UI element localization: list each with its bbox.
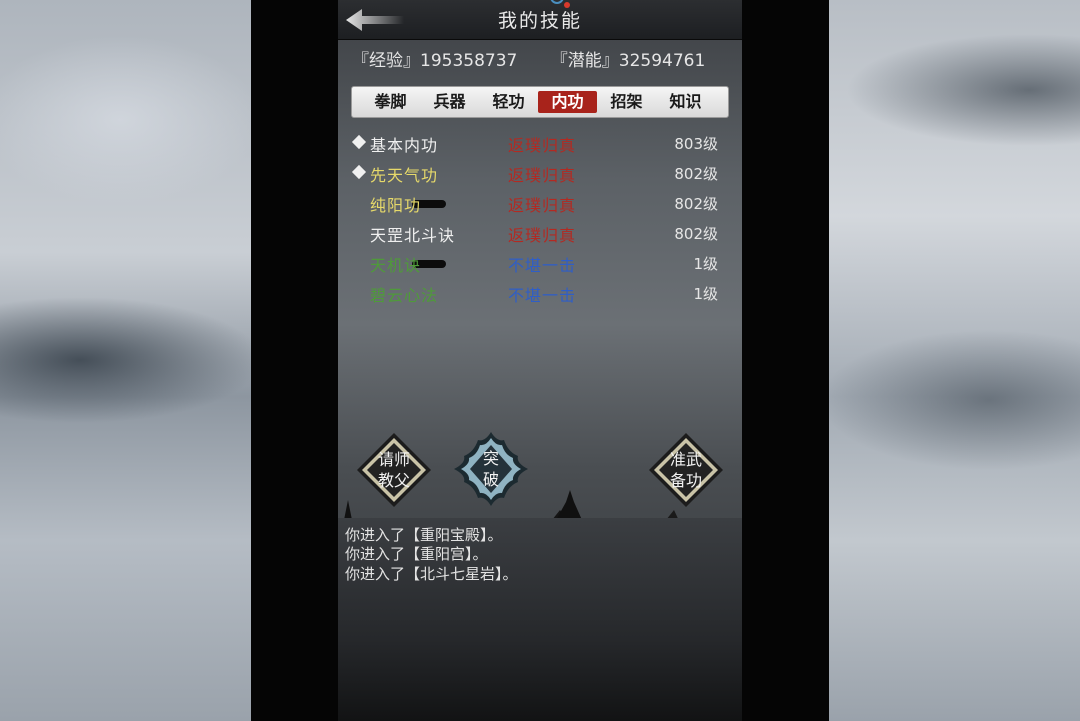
skill-name: 天罡北斗诀 [370,226,456,245]
skill-name: 基本内功 [370,136,439,155]
skill-row[interactable]: 基本内功 返璞归真 803级 [350,128,730,158]
potential-value: 『潜能』32594761 [550,51,706,71]
skill-category-tabs: 拳脚 兵器 轻功 内功 招架 知识 [351,86,729,118]
breakthrough-label-2: 破 [482,470,499,489]
skill-level: 802级 [674,195,718,213]
ask-master-button[interactable]: 请师 教父 [355,431,433,509]
notification-arc-icon [550,0,564,4]
tab-parry[interactable]: 招架 [597,91,656,113]
skill-rank: 返璞归真 [508,226,577,245]
blurred-background-left [0,0,251,721]
skill-row[interactable]: 天机诀 不堪一击 1级 [350,248,730,278]
stats-bar: 『经验』195358737 『潜能』32594761 [352,46,732,72]
header-bar: 我的技能 [338,0,742,40]
skill-rank: 不堪一击 [508,286,577,305]
skill-row[interactable]: 碧云心法 不堪一击 1级 [350,278,730,308]
ask-master-label-2: 教父 [377,471,410,490]
prepare-skill-button[interactable]: 准武 备功 [647,431,725,509]
skill-name: 碧云心法 [370,286,439,305]
skill-level: 1级 [693,285,718,303]
tab-lightness[interactable]: 轻功 [479,91,538,113]
enabled-diamond-icon [351,134,367,150]
skill-rank: 返璞归真 [508,196,577,215]
skill-level: 802级 [674,225,718,243]
log-line: 你进入了【重阳宝殿】。 [345,526,503,544]
tab-internal[interactable]: 内功 [538,91,597,113]
skill-rank: 返璞归真 [508,166,577,185]
page-title: 我的技能 [497,10,582,32]
skill-row[interactable]: 天罡北斗诀 返璞归真 802级 [350,218,730,248]
skill-list: 基本内功 返璞归真 803级 先天气功 返璞归真 802级 纯阳功 返璞归真 8… [350,128,730,308]
skill-level: 802级 [674,165,718,183]
tab-weapon[interactable]: 兵器 [420,91,479,113]
tab-fist[interactable]: 拳脚 [361,91,420,113]
prepare-label-2: 备功 [669,471,702,490]
breakthrough-label-1: 突 [482,449,499,468]
skill-name: 天机诀 [370,256,422,275]
message-log: 你进入了【重阳宝殿】。 你进入了【重阳宫】。 你进入了【北斗七星岩】。 [338,518,742,721]
prepare-label-1: 准武 [669,450,702,469]
skill-level: 803级 [674,135,718,153]
ask-master-label-1: 请师 [377,450,410,469]
experience-value: 『经验』195358737 [352,51,518,71]
skill-name: 纯阳功 [370,196,422,215]
breakthrough-button[interactable]: 突 破 [452,430,530,508]
skill-row[interactable]: 先天气功 返璞归真 802级 [350,158,730,188]
skill-rank: 不堪一击 [508,256,577,275]
blurred-background-right [829,0,1080,721]
skills-screen: 我的技能 『经验』195358737 『潜能』32594761 拳脚 兵器 轻功… [338,0,742,721]
skill-row[interactable]: 纯阳功 返璞归真 802级 [350,188,730,218]
enabled-diamond-icon [351,164,367,180]
tab-knowledge[interactable]: 知识 [656,91,715,113]
skill-name: 先天气功 [370,166,439,185]
log-line: 你进入了【北斗七星岩】。 [345,565,518,583]
log-line: 你进入了【重阳宫】。 [345,545,488,563]
skill-level: 1级 [693,255,718,273]
skill-rank: 返璞归真 [508,136,577,155]
